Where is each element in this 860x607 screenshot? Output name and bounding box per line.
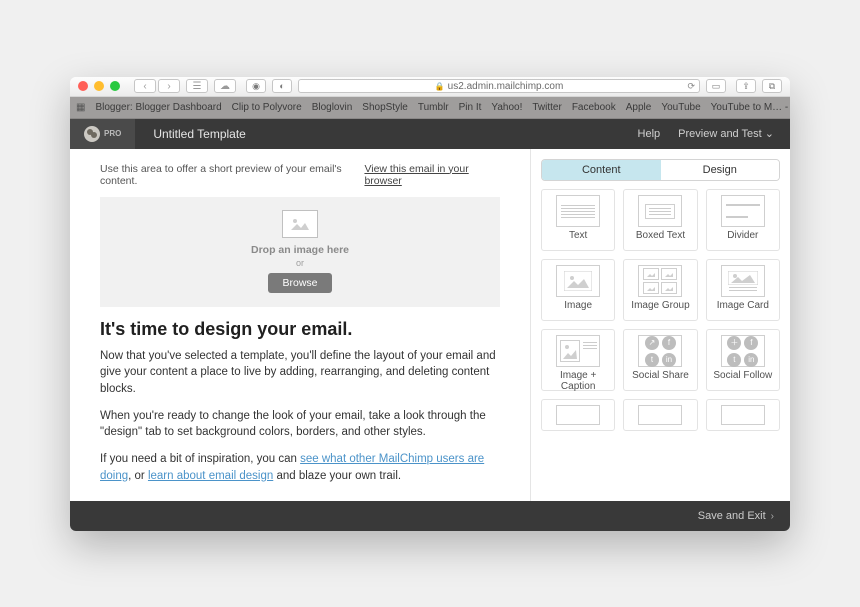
minimize-window-icon[interactable]: [94, 81, 104, 91]
lock-icon: 🔒: [435, 82, 445, 91]
block-label: Image + Caption: [542, 370, 614, 384]
block-label: Divider: [727, 230, 758, 244]
email-design-link[interactable]: learn about email design: [148, 470, 273, 482]
preview-test-menu[interactable]: Preview and Test ⌄: [678, 127, 774, 140]
block-label: Boxed Text: [636, 230, 685, 244]
chevron-down-icon: ⌄: [765, 128, 774, 140]
editor-body: Use this area to offer a short preview o…: [70, 149, 790, 501]
bookmark-item[interactable]: YouTube to M… - Video2mp3: [711, 102, 790, 113]
block-label: Social Follow: [713, 370, 772, 384]
mailchimp-logo[interactable]: PRO: [70, 119, 135, 149]
block-image-group[interactable]: Image Group: [623, 259, 697, 321]
chevron-right-icon: ›: [771, 511, 774, 522]
block-boxed-text[interactable]: Boxed Text: [623, 189, 697, 251]
reload-icon[interactable]: ⟳: [687, 81, 695, 92]
linkedin-icon: in: [744, 353, 758, 367]
block-image[interactable]: Image: [541, 259, 615, 321]
forward-button[interactable]: ›: [158, 79, 180, 93]
bookmark-item[interactable]: Facebook: [572, 102, 616, 113]
bookmark-item[interactable]: Bloglovin: [312, 102, 353, 113]
email-canvas: Use this area to offer a short preview o…: [70, 149, 530, 501]
bookmark-item[interactable]: Tumblr: [418, 102, 449, 113]
url-text: us2.admin.mailchimp.com: [448, 81, 564, 92]
drop-or-label: or: [296, 258, 304, 268]
template-title: Untitled Template: [153, 127, 246, 141]
block-label: Image Group: [631, 300, 689, 314]
block-partial[interactable]: [541, 399, 615, 431]
block-image-card[interactable]: Image Card: [706, 259, 780, 321]
zoom-window-icon[interactable]: [110, 81, 120, 91]
bookmarks-bar: ▦ Blogger: Blogger Dashboard Clip to Pol…: [70, 97, 790, 119]
bookmark-item[interactable]: Yahoo!: [491, 102, 522, 113]
mailchimp-header: PRO Untitled Template Help Preview and T…: [70, 119, 790, 149]
body-paragraph: When you're ready to change the look of …: [100, 408, 500, 441]
block-text[interactable]: Text: [541, 189, 615, 251]
facebook-icon: f: [744, 336, 758, 350]
close-window-icon[interactable]: [78, 81, 88, 91]
block-label: Image Card: [717, 300, 769, 314]
pinterest-ext-icon[interactable]: ◉: [246, 79, 266, 93]
view-in-browser-link[interactable]: View this email in your browser: [364, 163, 500, 187]
extension-icon[interactable]: ◐: [272, 79, 292, 93]
twitter-icon: t: [727, 353, 741, 367]
twitter-icon: t: [645, 353, 659, 367]
panel-tabs: Content Design: [541, 159, 780, 181]
content-blocks-grid: Text Boxed Text Divider Image: [531, 189, 790, 437]
bookmark-item[interactable]: YouTube: [661, 102, 700, 113]
address-bar[interactable]: 🔒 us2.admin.mailchimp.com ⟳: [298, 79, 700, 93]
bookmark-item[interactable]: Apple: [626, 102, 652, 113]
save-exit-button[interactable]: Save and Exit›: [698, 510, 774, 522]
facebook-icon: f: [662, 336, 676, 350]
editor-footer: Save and Exit›: [70, 501, 790, 531]
block-image-caption[interactable]: Image + Caption: [541, 329, 615, 391]
block-divider[interactable]: Divider: [706, 189, 780, 251]
freddie-icon: [84, 126, 100, 142]
reader-button[interactable]: ▭: [706, 79, 726, 93]
block-social-share[interactable]: ↗ f t in Social Share: [623, 329, 697, 391]
drop-label: Drop an image here: [251, 244, 349, 256]
block-social-follow[interactable]: ＋ f t in Social Follow: [706, 329, 780, 391]
share-button[interactable]: ⇪: [736, 79, 756, 93]
tab-content[interactable]: Content: [542, 160, 661, 180]
bookmark-item[interactable]: ShopStyle: [362, 102, 408, 113]
preview-hint-text: Use this area to offer a short preview o…: [100, 163, 364, 187]
browse-button[interactable]: Browse: [268, 273, 331, 293]
body-text-block[interactable]: It's time to design your email. Now that…: [70, 307, 530, 485]
image-dropzone[interactable]: Drop an image here or Browse: [100, 197, 500, 307]
pro-badge: PRO: [104, 129, 121, 138]
plus-icon: ＋: [727, 336, 741, 350]
share-icon: ↗: [645, 336, 659, 350]
image-placeholder-icon: [282, 210, 318, 238]
window-titlebar: ‹ › ☰ ☁ ◉ ◐ 🔒 us2.admin.mailchimp.com ⟳ …: [70, 77, 790, 97]
body-paragraph: If you need a bit of inspiration, you ca…: [100, 451, 500, 484]
sidebar-toggle-button[interactable]: ☰: [186, 79, 208, 93]
tabs-button[interactable]: ⧉: [762, 79, 782, 93]
block-label: Social Share: [632, 370, 689, 384]
design-panel: Content Design Text Boxed Text Divider: [530, 149, 790, 501]
help-link[interactable]: Help: [638, 128, 661, 140]
block-partial[interactable]: [623, 399, 697, 431]
block-label: Text: [569, 230, 587, 244]
bookmark-item[interactable]: Blogger: Blogger Dashboard: [95, 102, 221, 113]
bookmark-item[interactable]: Pin It: [459, 102, 482, 113]
linkedin-icon: in: [662, 353, 676, 367]
body-heading: It's time to design your email.: [100, 319, 500, 340]
block-label: Image: [564, 300, 592, 314]
tab-design[interactable]: Design: [661, 160, 780, 180]
back-button[interactable]: ‹: [134, 79, 156, 93]
bookmark-item[interactable]: Clip to Polyvore: [232, 102, 302, 113]
icloud-tabs-button[interactable]: ☁: [214, 79, 236, 93]
browser-window: ‹ › ☰ ☁ ◉ ◐ 🔒 us2.admin.mailchimp.com ⟳ …: [70, 77, 790, 531]
block-partial[interactable]: [706, 399, 780, 431]
body-paragraph: Now that you've selected a template, you…: [100, 348, 500, 398]
top-sites-icon[interactable]: ▦: [76, 102, 85, 113]
bookmark-item[interactable]: Twitter: [532, 102, 561, 113]
